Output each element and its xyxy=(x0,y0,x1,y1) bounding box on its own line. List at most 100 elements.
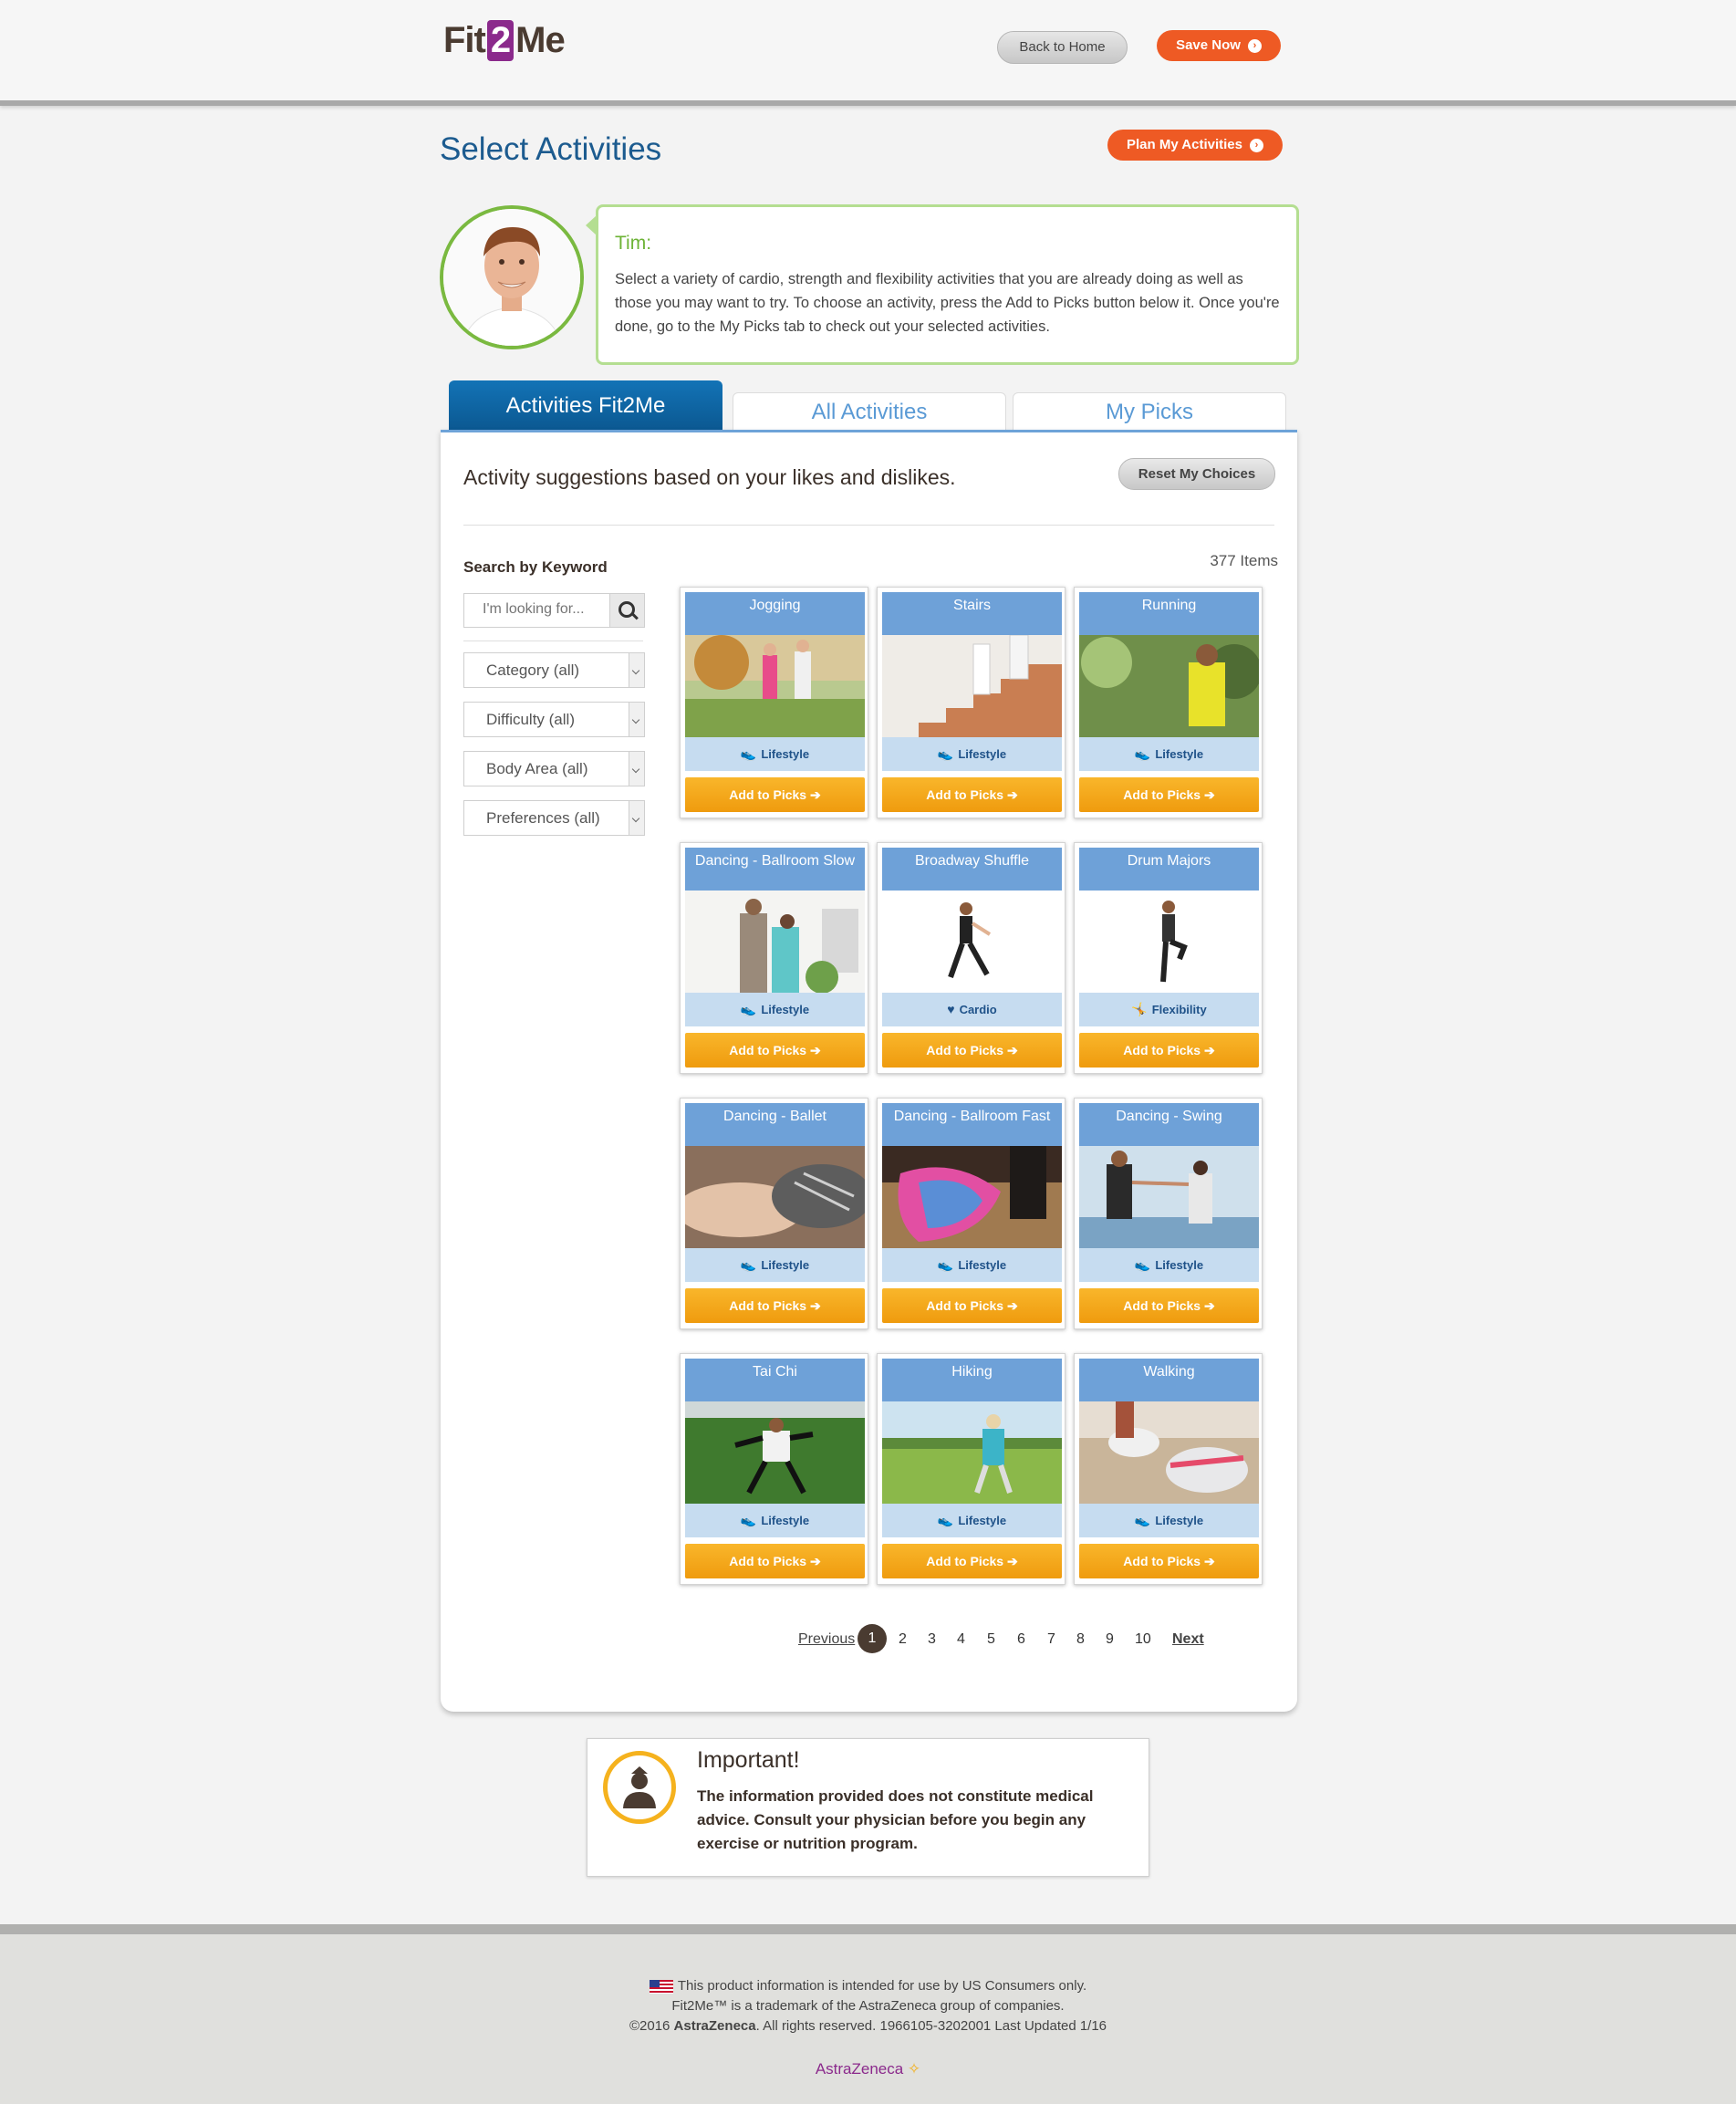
add-to-picks-button[interactable]: Add to Picks ➔ xyxy=(685,777,865,812)
arrow-right-icon: ➔ xyxy=(809,1298,821,1313)
add-to-picks-button[interactable]: Add to Picks ➔ xyxy=(685,1033,865,1068)
activity-photo xyxy=(882,1146,1062,1248)
activity-category-label: Lifestyle xyxy=(761,1003,810,1016)
activity-category: 👟 Lifestyle xyxy=(685,737,865,771)
pagination-page[interactable]: 2 xyxy=(899,1631,907,1648)
stretch-figure-icon: 🤸 xyxy=(1131,1002,1148,1016)
activity-photo xyxy=(882,1401,1062,1504)
save-now-button[interactable]: Save Now › xyxy=(1157,30,1281,61)
add-to-picks-label: Add to Picks xyxy=(926,787,1004,802)
search-button[interactable] xyxy=(609,594,644,627)
arrow-right-icon: ➔ xyxy=(1203,1043,1215,1057)
pagination-page[interactable]: 4 xyxy=(957,1631,965,1648)
category-select[interactable]: Category (all) xyxy=(463,652,645,688)
add-to-picks-button[interactable]: Add to Picks ➔ xyxy=(1079,777,1259,812)
pagination-page[interactable]: 10 xyxy=(1135,1631,1151,1648)
reset-my-choices-button[interactable]: Reset My Choices xyxy=(1118,458,1275,490)
activity-card: Dancing - Ballroom Slow 👟 Lifestyle Add t… xyxy=(680,842,868,1074)
activity-title: Tai Chi xyxy=(685,1359,865,1401)
chevron-right-icon: › xyxy=(1250,138,1263,152)
doctor-icon xyxy=(603,1751,676,1824)
pagination-page[interactable]: 6 xyxy=(1017,1631,1025,1648)
add-to-picks-button[interactable]: Add to Picks ➔ xyxy=(685,1288,865,1323)
activity-category-label: Flexibility xyxy=(1151,1003,1207,1016)
add-to-picks-button[interactable]: Add to Picks ➔ xyxy=(1079,1033,1259,1068)
search-input[interactable] xyxy=(464,594,606,625)
activity-title: Hiking xyxy=(882,1359,1062,1401)
pagination-page[interactable]: 5 xyxy=(987,1631,995,1648)
back-to-home-button[interactable]: Back to Home xyxy=(997,31,1128,64)
difficulty-select[interactable]: Difficulty (all) xyxy=(463,702,645,737)
activity-category: 👟 Lifestyle xyxy=(685,1248,865,1282)
body-area-select[interactable]: Body Area (all) xyxy=(463,751,645,786)
astrazeneca-logo[interactable]: AstraZeneca ✧ xyxy=(0,2060,1736,2078)
activity-category-label: Lifestyle xyxy=(958,1258,1007,1272)
pagination-page[interactable]: 7 xyxy=(1047,1631,1055,1648)
add-to-picks-label: Add to Picks xyxy=(729,787,807,802)
activity-card: Tai Chi 👟 Lifestyle Add to Picks ➔ xyxy=(680,1353,868,1585)
save-now-label: Save Now xyxy=(1176,37,1241,53)
add-to-picks-button[interactable]: Add to Picks ➔ xyxy=(882,1544,1062,1578)
add-to-picks-button[interactable]: Add to Picks ➔ xyxy=(1079,1288,1259,1323)
shoe-icon: 👟 xyxy=(937,1257,954,1272)
important-notice: Important! The information provided does… xyxy=(587,1738,1149,1877)
pagination-next[interactable]: Next xyxy=(1172,1631,1204,1648)
add-to-picks-label: Add to Picks xyxy=(729,1554,807,1568)
page-title: Select Activities xyxy=(440,131,662,167)
add-to-picks-label: Add to Picks xyxy=(1123,787,1201,802)
activity-category: ♥ Cardio xyxy=(882,993,1062,1026)
arrow-right-icon: ➔ xyxy=(809,1554,821,1568)
add-to-picks-button[interactable]: Add to Picks ➔ xyxy=(882,777,1062,812)
fit2me-logo[interactable]: Fit 2 Me xyxy=(443,20,566,61)
shoe-icon: 👟 xyxy=(740,1513,757,1527)
activity-title: Dancing - Ballroom Slow xyxy=(685,848,865,891)
add-to-picks-label: Add to Picks xyxy=(926,1043,1004,1057)
footer-copyright-suffix: . All rights reserved. 1966105-3202001 L… xyxy=(755,2018,1107,2034)
plan-my-activities-button[interactable]: Plan My Activities › xyxy=(1107,130,1283,161)
difficulty-select-value: Difficulty (all) xyxy=(486,711,575,728)
add-to-picks-label: Add to Picks xyxy=(926,1554,1004,1568)
site-header: Fit 2 Me Back to Home Save Now › xyxy=(0,0,1736,106)
tab-my-picks[interactable]: My Picks xyxy=(1013,392,1286,432)
add-to-picks-label: Add to Picks xyxy=(729,1043,807,1057)
arrow-right-icon: ➔ xyxy=(1203,1298,1215,1313)
add-to-picks-button[interactable]: Add to Picks ➔ xyxy=(882,1033,1062,1068)
activity-photo xyxy=(882,635,1062,737)
logo-suffix: Me xyxy=(515,20,566,60)
shoe-icon: 👟 xyxy=(740,746,757,761)
footer-copyright-brand: AstraZeneca xyxy=(673,2018,756,2034)
activity-photo xyxy=(1079,1146,1259,1248)
chevron-right-icon: › xyxy=(1247,38,1262,53)
heart-icon: ♥ xyxy=(947,1002,955,1016)
preferences-select[interactable]: Preferences (all) xyxy=(463,800,645,836)
pagination-previous[interactable]: Previous xyxy=(798,1631,855,1648)
pagination-page[interactable]: 9 xyxy=(1106,1631,1114,1648)
coach-name: Tim: xyxy=(615,233,652,254)
footer-us-notice: This product information is intended for… xyxy=(0,1978,1736,1994)
tab-all-activities[interactable]: All Activities xyxy=(733,392,1006,432)
footer-trademark: Fit2Me™ is a trademark of the AstraZenec… xyxy=(671,1998,1065,2014)
activity-category: 👟 Lifestyle xyxy=(685,1504,865,1537)
chevron-down-icon xyxy=(629,653,644,687)
activity-title: Drum Majors xyxy=(1079,848,1259,891)
activity-card: Dancing - Ballroom Fast 👟 Lifestyle Add t… xyxy=(877,1098,1066,1329)
pagination-page[interactable]: 3 xyxy=(928,1631,936,1648)
arrow-right-icon: ➔ xyxy=(1006,787,1018,802)
footer-copyright: ©2016 AstraZeneca. All rights reserved. … xyxy=(0,2018,1736,2034)
add-to-picks-button[interactable]: Add to Picks ➔ xyxy=(685,1544,865,1578)
footer-copyright-prefix: ©2016 xyxy=(629,2018,674,2034)
tab-activities-fit2me[interactable]: Activities Fit2Me xyxy=(449,380,722,431)
activity-card: Jogging 👟 Lifestyle Add to Picks ➔ xyxy=(680,587,868,818)
activity-photo xyxy=(1079,1401,1259,1504)
chevron-down-icon xyxy=(629,801,644,835)
add-to-picks-label: Add to Picks xyxy=(1123,1298,1201,1313)
pagination-page[interactable]: 8 xyxy=(1076,1631,1085,1648)
add-to-picks-button[interactable]: Add to Picks ➔ xyxy=(1079,1544,1259,1578)
arrow-right-icon: ➔ xyxy=(1203,1554,1215,1568)
activity-title: Broadway Shuffle xyxy=(882,848,1062,891)
activity-category: 👟 Lifestyle xyxy=(1079,1248,1259,1282)
pagination-page-current[interactable]: 1 xyxy=(858,1624,887,1653)
activity-card: Running 👟 Lifestyle Add to Picks ➔ xyxy=(1074,587,1263,818)
activity-category: 👟 Lifestyle xyxy=(882,737,1062,771)
add-to-picks-button[interactable]: Add to Picks ➔ xyxy=(882,1288,1062,1323)
